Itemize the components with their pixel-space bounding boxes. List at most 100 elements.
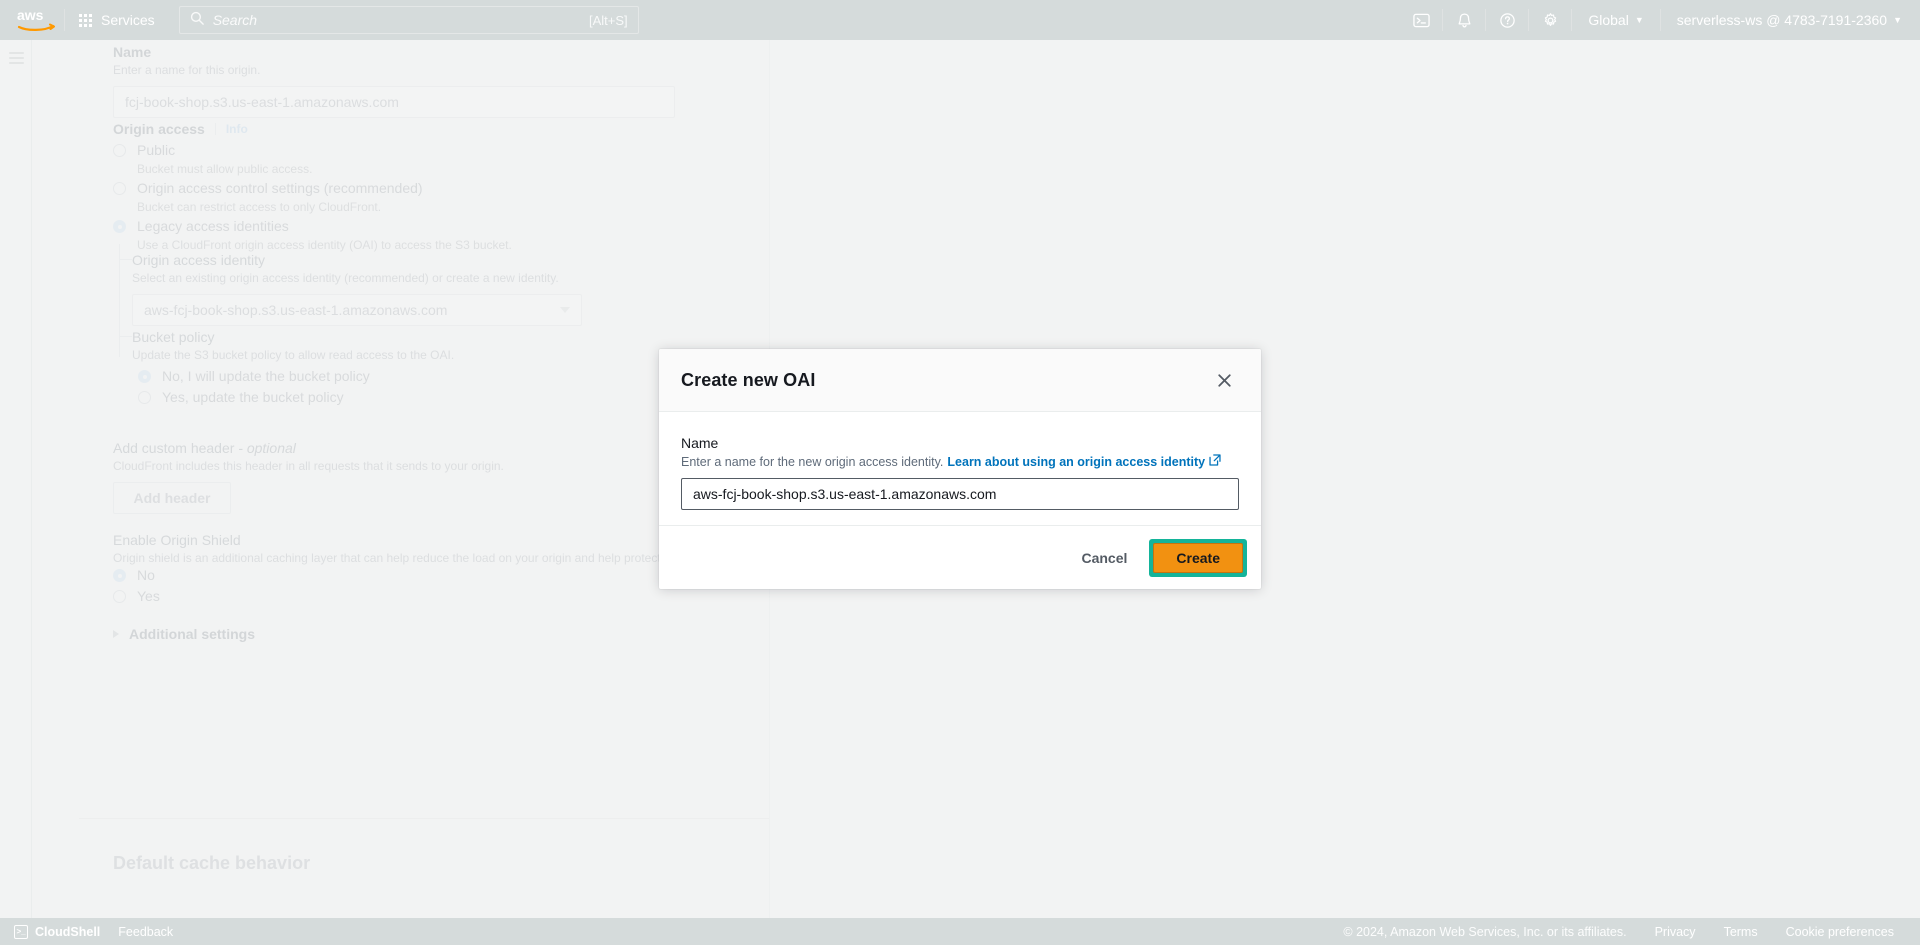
close-icon[interactable] bbox=[1211, 367, 1237, 393]
custom-header-label: Add custom header - optional bbox=[113, 440, 504, 456]
custom-header-text: Add custom header bbox=[113, 440, 235, 456]
create-button[interactable]: Create bbox=[1153, 542, 1243, 573]
create-button-highlight: Create bbox=[1149, 538, 1247, 577]
learn-about-oai-link[interactable]: Learn about using an origin access ident… bbox=[947, 455, 1205, 469]
search-input[interactable]: Search [Alt+S] bbox=[178, 6, 639, 34]
tree-tick bbox=[119, 336, 132, 337]
privacy-link[interactable]: Privacy bbox=[1655, 925, 1696, 939]
custom-header-desc: CloudFront includes this header in all r… bbox=[113, 459, 504, 473]
radio-desc: Bucket can restrict access to only Cloud… bbox=[137, 200, 382, 214]
additional-settings-expander[interactable]: Additional settings bbox=[113, 626, 255, 642]
oai-select[interactable]: aws-fcj-book-shop.s3.us-east-1.amazonaws… bbox=[132, 294, 582, 326]
radio-option-origin-access-control[interactable]: Origin access control settings (recommen… bbox=[113, 180, 673, 214]
bucket-policy-label: Bucket policy bbox=[132, 329, 215, 345]
radio-indicator-selected bbox=[113, 220, 126, 233]
modal-name-description: Enter a name for the new origin access i… bbox=[681, 454, 1239, 469]
modal-title: Create new OAI bbox=[681, 369, 816, 390]
modal-body: Name Enter a name for the new origin acc… bbox=[659, 412, 1261, 510]
radio-label: Yes, update the bucket policy bbox=[162, 389, 344, 405]
chevron-right-icon bbox=[113, 630, 119, 638]
settings-gear-icon[interactable] bbox=[1529, 0, 1571, 40]
origin-access-info-link[interactable]: Info bbox=[226, 122, 248, 136]
radio-option-legacy-access-identities[interactable]: Legacy access identities Use a CloudFron… bbox=[113, 218, 673, 252]
radio-label: Public bbox=[137, 142, 176, 158]
account-label: serverless-ws @ 4783-7191-2360 bbox=[1676, 12, 1888, 28]
radio-label: Yes bbox=[137, 588, 160, 604]
cloudshell-icon[interactable] bbox=[1400, 0, 1442, 40]
radio-option-yes-update-bucket-policy[interactable]: Yes, update the bucket policy bbox=[138, 389, 344, 405]
chevron-down-icon bbox=[560, 307, 570, 313]
modal-header: Create new OAI bbox=[659, 349, 1261, 412]
origin-name-value: fcj-book-shop.s3.us-east-1.amazonaws.com bbox=[125, 94, 399, 110]
origin-name-desc: Enter a name for this origin. bbox=[113, 63, 261, 77]
oai-desc: Select an existing origin access identit… bbox=[132, 271, 559, 285]
search-shortcut: [Alt+S] bbox=[589, 12, 628, 28]
cookie-preferences-link[interactable]: Cookie preferences bbox=[1786, 925, 1894, 939]
copyright-text: © 2024, Amazon Web Services, Inc. or its… bbox=[1343, 924, 1627, 939]
modal-footer: Cancel Create bbox=[659, 525, 1261, 589]
page-footer: >_ CloudShell Feedback © 2024, Amazon We… bbox=[0, 918, 1920, 945]
tree-tick bbox=[119, 259, 132, 260]
cloudshell-icon: >_ bbox=[14, 924, 28, 939]
oai-name-input[interactable]: aws-fcj-book-shop.s3.us-east-1.amazonaws… bbox=[681, 478, 1239, 510]
additional-settings-label: Additional settings bbox=[129, 626, 255, 642]
chevron-down-icon: ▼ bbox=[1634, 14, 1644, 25]
origin-access-label: Origin access bbox=[113, 121, 205, 137]
default-cache-behavior-panel: Default cache behavior bbox=[79, 820, 769, 918]
external-link-icon bbox=[1209, 454, 1221, 469]
nav-right-group: Global ▼ serverless-ws @ 4783-7191-2360 … bbox=[1400, 0, 1920, 40]
terms-link[interactable]: Terms bbox=[1724, 925, 1758, 939]
cloudshell-label: CloudShell bbox=[35, 924, 101, 939]
oai-selected-value: aws-fcj-book-shop.s3.us-east-1.amazonaws… bbox=[144, 302, 448, 318]
sidebar-toggle-icon[interactable] bbox=[9, 52, 24, 64]
modal-name-desc-text: Enter a name for the new origin access i… bbox=[681, 454, 944, 469]
radio-indicator-selected bbox=[138, 370, 151, 383]
cloudshell-button[interactable]: >_ CloudShell bbox=[14, 924, 101, 939]
grid-icon bbox=[79, 13, 92, 27]
add-header-label: Add header bbox=[133, 490, 211, 506]
nav-divider bbox=[64, 9, 65, 31]
cancel-button[interactable]: Cancel bbox=[1063, 544, 1145, 572]
radio-label: No, I will update the bucket policy bbox=[162, 368, 370, 384]
services-menu-button[interactable]: Services bbox=[65, 0, 169, 40]
footer-right-group: © 2024, Amazon Web Services, Inc. or its… bbox=[1343, 925, 1920, 939]
origin-shield-label: Enable Origin Shield bbox=[113, 532, 241, 548]
services-label: Services bbox=[101, 12, 155, 28]
label-divider bbox=[214, 123, 216, 135]
account-menu[interactable]: serverless-ws @ 4783-7191-2360 ▼ bbox=[1661, 0, 1920, 40]
radio-indicator bbox=[138, 391, 151, 404]
chevron-down-icon: ▼ bbox=[1893, 14, 1902, 25]
oai-name-input-value: aws-fcj-book-shop.s3.us-east-1.amazonaws… bbox=[693, 486, 997, 502]
footer-left-group: >_ CloudShell Feedback bbox=[0, 924, 173, 939]
radio-desc: Bucket must allow public access. bbox=[137, 162, 313, 176]
left-rail bbox=[0, 40, 32, 918]
search-icon bbox=[190, 11, 204, 30]
tree-guide bbox=[119, 244, 120, 357]
radio-option-origin-shield-no[interactable]: No bbox=[113, 567, 155, 583]
top-navigation-bar: aws Services Search [Alt+S] Global ▼ ser… bbox=[0, 0, 1920, 40]
bucket-policy-desc: Update the S3 bucket policy to allow rea… bbox=[132, 348, 455, 362]
bell-icon[interactable] bbox=[1443, 0, 1485, 40]
feedback-link[interactable]: Feedback bbox=[118, 925, 173, 939]
origin-shield-desc: Origin shield is an additional caching l… bbox=[113, 551, 738, 565]
radio-indicator bbox=[113, 182, 126, 195]
modal-name-label: Name bbox=[681, 435, 719, 451]
add-header-button[interactable]: Add header bbox=[113, 482, 231, 514]
radio-label: Legacy access identities bbox=[137, 218, 289, 234]
help-icon[interactable] bbox=[1486, 0, 1528, 40]
default-cache-behavior-heading: Default cache behavior bbox=[113, 853, 311, 873]
radio-option-no-update-bucket-policy[interactable]: No, I will update the bucket policy bbox=[138, 368, 370, 384]
aws-logo[interactable]: aws bbox=[8, 0, 64, 40]
radio-label: No bbox=[137, 567, 155, 583]
create-new-oai-modal: Create new OAI Name Enter a name for the… bbox=[659, 349, 1261, 589]
radio-indicator bbox=[113, 144, 126, 157]
origin-name-label: Name bbox=[113, 44, 152, 60]
region-selector[interactable]: Global ▼ bbox=[1572, 0, 1659, 40]
radio-option-public[interactable]: Public Bucket must allow public access. bbox=[113, 142, 673, 176]
origin-name-input[interactable]: fcj-book-shop.s3.us-east-1.amazonaws.com bbox=[113, 86, 675, 118]
radio-desc: Use a CloudFront origin access identity … bbox=[137, 238, 512, 252]
radio-label: Origin access control settings (recommen… bbox=[137, 180, 423, 196]
radio-option-origin-shield-yes[interactable]: Yes bbox=[113, 588, 160, 604]
region-label: Global bbox=[1588, 12, 1629, 28]
custom-header-optional: - optional bbox=[238, 440, 296, 456]
